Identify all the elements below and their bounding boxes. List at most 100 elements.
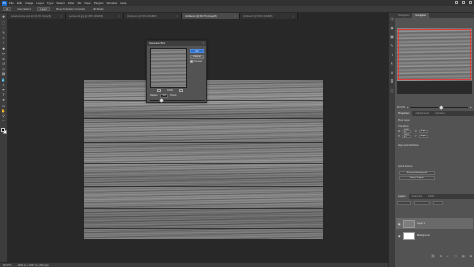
menu-layer[interactable]: Layer	[36, 1, 44, 5]
layer-name[interactable]: Layer 1	[417, 222, 425, 225]
layer-filter-dropdown[interactable]	[397, 201, 411, 205]
y-field[interactable]: 0 px	[419, 134, 428, 138]
move-icon[interactable]: ✥	[1, 16, 6, 20]
info-icon[interactable]: ⓘ	[390, 89, 394, 93]
checkbox-icon[interactable]	[190, 60, 193, 63]
eraser-icon[interactable]: ◇	[1, 67, 6, 72]
link-layers-icon[interactable]: ⛓	[431, 254, 435, 258]
quick-select-icon[interactable]: ✎	[1, 31, 6, 36]
menu-plugins[interactable]: Plugins	[94, 1, 104, 5]
minimize-icon[interactable]	[455, 1, 458, 4]
zoom-in-icon[interactable]	[179, 89, 184, 92]
healing-icon[interactable]: ✚	[1, 47, 6, 51]
properties-icon[interactable]: ≣	[390, 80, 394, 84]
width-field[interactable]: 4000 px	[402, 129, 411, 133]
tab-libraries[interactable]: Libraries	[432, 111, 448, 116]
tab-properties[interactable]: Properties	[395, 111, 413, 116]
tool-preset-picker[interactable]: ✥	[3, 7, 12, 11]
more-tools-icon[interactable]: ⋯	[1, 119, 6, 124]
layer-name[interactable]: Background	[417, 234, 430, 237]
navigator-zoom-thumb[interactable]	[439, 105, 444, 110]
tab-paths[interactable]: Paths	[425, 194, 437, 199]
group-icon[interactable]: ▤	[462, 254, 465, 258]
select-subject-button[interactable]: Select Subject	[399, 176, 435, 180]
menu-type[interactable]: Type	[47, 1, 54, 5]
close-tab-icon[interactable]: ×	[177, 15, 178, 18]
opacity-field[interactable]	[433, 201, 443, 205]
menu-edit[interactable]: Edit	[17, 1, 22, 5]
dialog-preview-image[interactable]	[150, 48, 187, 88]
menu-window[interactable]: Window	[107, 1, 118, 5]
adjustments-icon[interactable]: ◑	[390, 53, 394, 57]
new-layer-icon[interactable]: ⊞	[470, 254, 473, 258]
mask-icon[interactable]: ◐	[447, 254, 449, 258]
radius-input[interactable]: 1.0	[160, 94, 169, 98]
height-field[interactable]: 2667 px	[402, 134, 411, 138]
blur-icon[interactable]: 💧	[1, 78, 6, 82]
radius-slider[interactable]	[150, 98, 205, 103]
visibility-eye-icon[interactable]: ◉	[398, 222, 401, 226]
adjustment-layer-icon[interactable]: ▢	[454, 254, 457, 258]
tab-histogram[interactable]: Histogram	[395, 13, 412, 18]
remove-background-button[interactable]: Remove Background	[399, 171, 435, 175]
layer-row[interactable]: ◉ Background	[396, 230, 473, 241]
menu-help[interactable]: Help	[120, 1, 126, 5]
color-icon[interactable]: ◉	[390, 26, 394, 30]
gradient-icon[interactable]: ▤	[1, 73, 6, 77]
brush-icon[interactable]: ✏	[1, 52, 6, 56]
zoom-out-icon[interactable]	[157, 89, 161, 92]
blend-mode-dropdown[interactable]	[414, 201, 430, 205]
close-tab-icon[interactable]: ×	[235, 15, 236, 18]
zoom-out-small-icon[interactable]: ▴	[407, 106, 408, 109]
clone-stamp-icon[interactable]: ⎈	[1, 57, 6, 62]
menu-select[interactable]: Select	[56, 1, 64, 5]
tab-navigator[interactable]: Navigator	[412, 13, 430, 18]
hand-icon[interactable]: ✋	[1, 109, 6, 113]
lasso-icon[interactable]: ◌	[1, 26, 6, 30]
navigator-preview[interactable]	[397, 28, 472, 94]
menu-view[interactable]: View	[84, 1, 90, 5]
eyedropper-icon[interactable]: ⁄	[1, 42, 6, 46]
brush-settings-icon[interactable]: ✎	[390, 44, 394, 48]
close-tab-icon[interactable]: ×	[61, 15, 62, 18]
menu-3d[interactable]: 3D	[77, 1, 81, 5]
paragraph-icon[interactable]: ¶	[390, 62, 394, 66]
layer-row[interactable]: ◉ Layer 1	[396, 218, 473, 229]
color-swatches[interactable]	[0, 127, 7, 135]
menu-filter[interactable]: Filter	[68, 1, 75, 5]
history-brush-icon[interactable]: ↺	[1, 62, 6, 67]
dodge-icon[interactable]: ◐	[1, 83, 6, 87]
close-window-icon[interactable]	[469, 1, 472, 4]
x-field[interactable]: 0 px	[419, 129, 428, 133]
ok-button[interactable]: OK	[190, 49, 204, 53]
auto-select-dropdown[interactable]: Layer	[37, 7, 50, 11]
path-select-icon[interactable]: ➤	[1, 99, 6, 103]
tab-channels[interactable]: Channels	[409, 194, 426, 199]
rectangle-icon[interactable]: ▭	[1, 104, 6, 108]
pen-icon[interactable]: ✒	[1, 88, 6, 93]
history-icon[interactable]: ◷	[390, 17, 394, 21]
swatches-icon[interactable]: ▦	[390, 35, 394, 39]
status-zoom[interactable]: 66.67%	[3, 264, 11, 267]
dialog-title-bar[interactable]: Gaussian Blur ×	[147, 41, 206, 46]
tab-layers[interactable]: Layers	[395, 194, 409, 199]
crop-icon[interactable]: ⌗	[1, 36, 6, 41]
dialog-close-icon[interactable]: ×	[202, 42, 204, 45]
wood-texture-image[interactable]	[84, 80, 323, 239]
preview-checkbox[interactable]: Preview	[190, 60, 202, 63]
maximize-icon[interactable]	[462, 1, 465, 4]
show-transform-checkbox[interactable]: Show Transform Controls	[54, 7, 87, 11]
navigator-zoom-slider[interactable]	[410, 105, 468, 110]
navigator-zoom-value[interactable]: 66.67%	[397, 106, 405, 109]
radius-slider-thumb[interactable]	[158, 98, 164, 103]
tab-adjustments[interactable]: Adjustments	[412, 111, 432, 116]
navigator-view-box[interactable]	[398, 29, 471, 80]
cancel-button[interactable]: Cancel	[190, 54, 204, 59]
zoom-in-large-icon[interactable]: ▲	[470, 106, 472, 109]
close-tab-icon[interactable]: ×	[293, 15, 294, 18]
visibility-eye-icon[interactable]: ◉	[398, 234, 401, 238]
character-icon[interactable]: A	[390, 71, 394, 75]
type-icon[interactable]: T	[1, 93, 6, 98]
menu-image[interactable]: Image	[25, 1, 33, 5]
menu-file[interactable]: File	[9, 1, 14, 5]
